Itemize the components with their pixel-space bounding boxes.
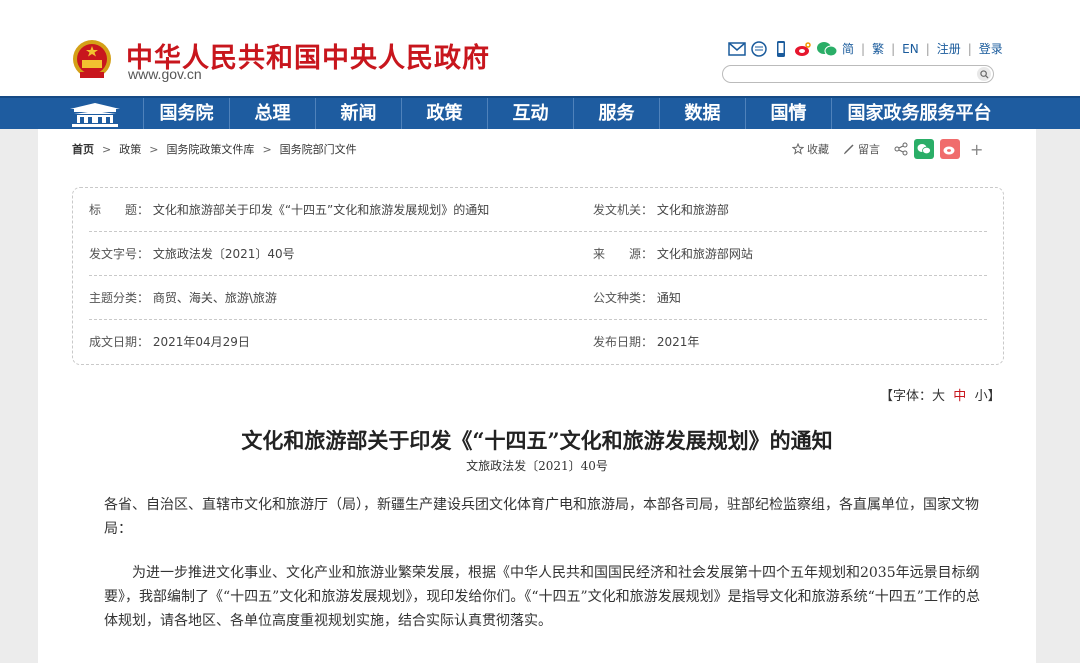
favorite-button[interactable]: 收藏	[792, 141, 829, 157]
nav-item-interaction[interactable]: 互动	[487, 98, 573, 129]
separator: |	[967, 41, 972, 56]
comment-label: 留言	[858, 143, 880, 156]
info-row: 成文日期： 2021年04月29日 发布日期： 2021年	[89, 320, 987, 364]
site-domain: www.gov.cn	[128, 66, 202, 82]
separator: |	[925, 41, 930, 56]
breadcrumb-policy-library[interactable]: 国务院政策文件库	[166, 141, 254, 157]
breadcrumb-separator: >	[262, 142, 272, 156]
register-link[interactable]: 注册	[937, 40, 961, 57]
header-tools: 简 | 繁 | EN | 注册 | 登录	[728, 40, 1003, 57]
font-size-medium[interactable]: 中	[953, 389, 966, 404]
info-date: 成文日期： 2021年04月29日	[89, 320, 250, 364]
nav-item-gov-service-platform[interactable]: 国家政务服务平台	[831, 98, 1007, 129]
info-issuer: 发文机关： 文化和旅游部	[593, 188, 729, 232]
separator: |	[891, 41, 896, 56]
nav-item-news[interactable]: 新闻	[315, 98, 401, 129]
info-label: 发文机关：	[593, 203, 654, 217]
info-label: 发文字号：	[89, 247, 150, 261]
favorite-label: 收藏	[807, 143, 829, 156]
document-title: 文化和旅游部关于印发《“十四五”文化和旅游发展规划》的通知	[241, 428, 833, 453]
document-info-box: 标 题： 文化和旅游部关于印发《“十四五”文化和旅游发展规划》的通知 发文机关：…	[72, 187, 1004, 365]
info-value: 文化和旅游部关于印发《“十四五”文化和旅游发展规划》的通知	[152, 203, 490, 217]
nav-item-state-council[interactable]: 国务院	[143, 98, 229, 129]
share-bar: 收藏 留言 +	[792, 139, 983, 159]
info-label: 成文日期：	[89, 335, 150, 349]
info-docno: 发文字号： 文旅政法发〔2021〕40号	[89, 232, 295, 276]
info-label: 发布日期：	[593, 335, 654, 349]
info-title: 标 题： 文化和旅游部关于印发《“十四五”文化和旅游发展规划》的通知	[89, 188, 489, 232]
comment-button[interactable]: 留言	[843, 141, 880, 157]
font-size-switcher: 【字体：大 中 小】	[880, 385, 1001, 404]
content-panel: 首页 > 政策 > 国务院政策文件库 > 国务院部门文件 收藏 留言 + 标 题…	[38, 129, 1036, 663]
national-emblem-icon[interactable]	[72, 38, 112, 82]
nav-item-services[interactable]: 服务	[573, 98, 659, 129]
pencil-icon	[844, 144, 854, 155]
info-row: 标 题： 文化和旅游部关于印发《“十四五”文化和旅游发展规划》的通知 发文机关：…	[89, 188, 987, 232]
font-size-large[interactable]: 大	[932, 389, 945, 404]
site-header: 中华人民共和国中央人民政府 www.gov.cn 简 | 繁 | EN | 注册…	[0, 0, 1080, 96]
separator: |	[861, 41, 866, 56]
weibo-icon[interactable]	[794, 41, 812, 57]
wechat-share-icon[interactable]	[914, 139, 934, 159]
star-icon	[792, 143, 804, 155]
document-number: 文旅政法发〔2021〕40号	[466, 459, 608, 473]
info-label: 来 源：	[593, 247, 654, 261]
nav-item-data[interactable]: 数据	[659, 98, 745, 129]
breadcrumb-home[interactable]: 首页	[72, 141, 94, 157]
wechat-icon[interactable]	[816, 41, 838, 57]
info-value: 2021年	[656, 335, 700, 349]
weibo-share-icon[interactable]	[940, 139, 960, 159]
document-paragraph: 为进一步推进文化事业、文化产业和旅游业繁荣发展，根据《中华人民共和国国民经济和社…	[104, 565, 980, 629]
breadcrumb-policy[interactable]: 政策	[119, 141, 141, 157]
info-label: 标 题：	[89, 203, 150, 217]
info-value: 文化和旅游部	[656, 203, 729, 217]
share-icon[interactable]	[894, 142, 908, 156]
info-value: 商贸、海关、旅游\旅游	[152, 291, 277, 305]
info-value: 2021年04月29日	[152, 335, 250, 349]
info-value: 通知	[656, 291, 681, 305]
font-size-prefix: 【字体：	[880, 389, 933, 404]
info-source: 来 源： 文化和旅游部网站	[593, 232, 753, 276]
info-value: 文旅政法发〔2021〕40号	[152, 247, 295, 261]
message-icon[interactable]	[750, 40, 768, 57]
mobile-icon[interactable]	[772, 40, 790, 57]
login-link[interactable]: 登录	[979, 40, 1003, 57]
document-paragraph: 各省、自治区、直辖市文化和旅游厅（局），新疆生产建设兵团文化体育广电和旅游局，本…	[104, 497, 979, 537]
mail-icon[interactable]	[728, 41, 746, 57]
breadcrumb-department-docs[interactable]: 国务院部门文件	[280, 141, 357, 157]
search-box	[722, 65, 994, 86]
info-pubdate: 发布日期： 2021年	[593, 320, 699, 364]
info-row: 发文字号： 文旅政法发〔2021〕40号 来 源： 文化和旅游部网站	[89, 232, 987, 276]
nav-item-premier[interactable]: 总理	[229, 98, 315, 129]
lang-traditional[interactable]: 繁	[872, 40, 884, 57]
font-size-small[interactable]: 小	[975, 389, 988, 404]
breadcrumb-separator: >	[102, 142, 112, 156]
info-label: 公文种类：	[593, 291, 654, 305]
nav-items: 国务院 总理 新闻 政策 互动 服务 数据 国情 国家政务服务平台	[143, 98, 1007, 129]
info-row: 主题分类： 商贸、海关、旅游\旅游 公文种类： 通知	[89, 276, 987, 320]
search-button[interactable]	[977, 67, 991, 81]
search-icon	[979, 69, 989, 79]
more-share-icon[interactable]: +	[970, 140, 983, 159]
info-label: 主题分类：	[89, 291, 150, 305]
nav-item-policy[interactable]: 政策	[401, 98, 487, 129]
info-topic: 主题分类： 商贸、海关、旅游\旅游	[89, 276, 277, 320]
breadcrumb-separator: >	[149, 142, 159, 156]
nav-item-national-info[interactable]: 国情	[745, 98, 831, 129]
main-nav: 国务院 总理 新闻 政策 互动 服务 数据 国情 国家政务服务平台	[0, 96, 1080, 129]
info-value: 文化和旅游部网站	[656, 247, 753, 261]
lang-english[interactable]: EN	[902, 42, 919, 56]
lang-simplified[interactable]: 简	[842, 40, 854, 57]
home-gate-icon[interactable]	[64, 100, 126, 128]
font-size-suffix: 】	[987, 389, 1001, 404]
info-type: 公文种类： 通知	[593, 276, 681, 320]
breadcrumb: 首页 > 政策 > 国务院政策文件库 > 国务院部门文件	[72, 141, 357, 157]
search-input[interactable]	[731, 70, 971, 86]
